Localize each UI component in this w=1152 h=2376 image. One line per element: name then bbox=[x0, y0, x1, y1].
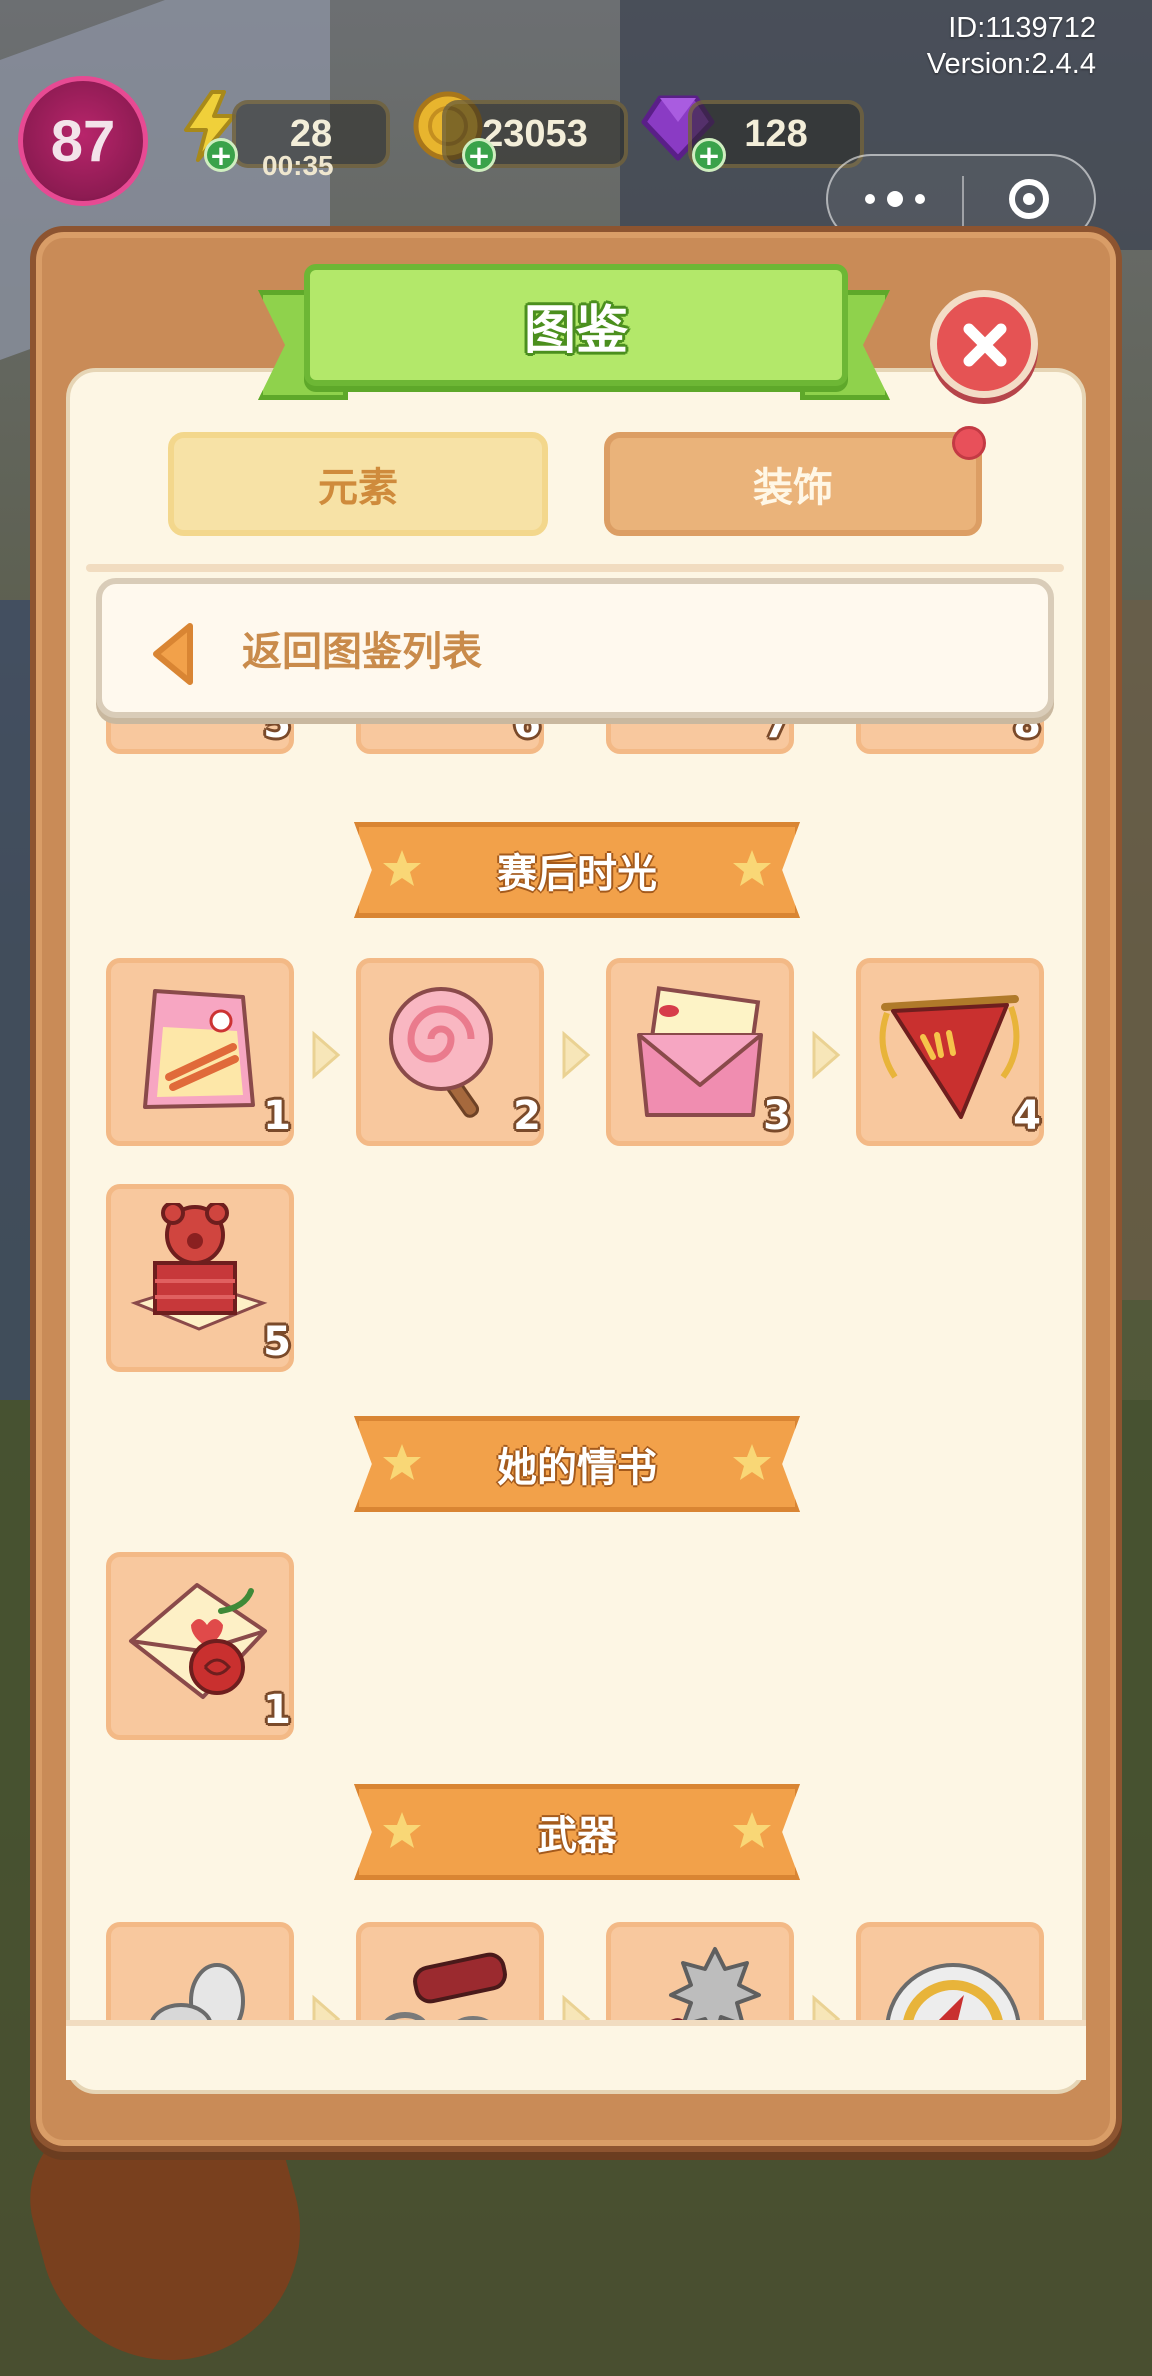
collection-card[interactable] bbox=[106, 1922, 294, 2026]
back-to-list-button[interactable]: 返回图鉴列表 bbox=[96, 578, 1054, 718]
section-banner: 赛后时光 bbox=[354, 822, 800, 918]
chain-icon bbox=[382, 1952, 507, 2026]
player-level-badge[interactable]: 87 bbox=[18, 76, 148, 206]
envelope-rose-icon bbox=[129, 1583, 267, 1699]
collection-card[interactable]: 1 bbox=[106, 958, 294, 1146]
add-energy-button[interactable]: + bbox=[204, 138, 238, 172]
chevron-right-icon bbox=[562, 1030, 591, 1080]
collection-card[interactable]: 5 bbox=[106, 1184, 294, 1372]
star-icon bbox=[733, 1812, 771, 1848]
version-label: Version:2.4.4 bbox=[926, 48, 1096, 80]
close-icon bbox=[963, 323, 1007, 367]
chevron-right-icon bbox=[812, 1030, 841, 1080]
collection-card[interactable] bbox=[856, 1922, 1044, 2026]
no1-pennant-icon bbox=[879, 995, 1020, 1119]
close-button[interactable] bbox=[930, 290, 1038, 398]
section-banner: 她的情书 bbox=[354, 1416, 800, 1512]
tab-divider bbox=[86, 564, 1064, 572]
dialog-title: 图鉴 bbox=[523, 300, 628, 361]
card-level: 2 bbox=[513, 1093, 541, 1139]
section-banner: 武器 bbox=[354, 1784, 800, 1880]
card-level: 1 bbox=[263, 1093, 291, 1139]
star-icon bbox=[733, 1444, 771, 1480]
collection-card[interactable]: 3 bbox=[606, 958, 794, 1146]
back-arrow-icon bbox=[153, 623, 193, 685]
back-to-list-label: 返回图鉴列表 bbox=[242, 629, 482, 675]
collection-scroll-area[interactable]: 5 6 7 8 赛后时光 1 2 3 4 5 她的情书 1 武器 bbox=[86, 700, 1066, 2026]
love-letter-icon bbox=[637, 986, 763, 1117]
tab-elements-label: 元素 bbox=[318, 465, 398, 511]
knuckle-icon bbox=[149, 1963, 245, 2026]
snack-bag-icon bbox=[143, 989, 255, 1109]
card-level: 3 bbox=[763, 1093, 791, 1139]
chevron-right-icon bbox=[312, 1030, 341, 1080]
tab-decorations[interactable]: 装饰 bbox=[604, 432, 982, 536]
build-info: ID:1139712 Version:2.4.4 bbox=[927, 10, 1096, 82]
tab-elements[interactable]: 元素 bbox=[168, 432, 548, 536]
collection-card[interactable] bbox=[606, 1922, 794, 2026]
energy-timer: 00:35 bbox=[262, 150, 334, 181]
notification-dot bbox=[952, 426, 986, 460]
title-ribbon: 图鉴 bbox=[304, 264, 848, 386]
collection-card[interactable]: 2 bbox=[356, 958, 544, 1146]
add-gems-button[interactable]: + bbox=[692, 138, 726, 172]
target-icon bbox=[1009, 179, 1049, 219]
add-coins-button[interactable]: + bbox=[462, 138, 496, 172]
player-level: 87 bbox=[50, 108, 116, 174]
account-id: ID:1139712 bbox=[948, 12, 1096, 44]
collection-card[interactable] bbox=[356, 1922, 544, 2026]
collection-card[interactable]: 1 bbox=[106, 1552, 294, 1740]
spiked-ball-icon bbox=[627, 1947, 761, 2026]
tab-decorations-label: 装饰 bbox=[753, 465, 833, 511]
bear-cake-icon bbox=[130, 1203, 268, 1331]
collection-card[interactable]: 4 bbox=[856, 958, 1044, 1146]
card-level: 4 bbox=[1013, 1093, 1041, 1139]
card-level: 5 bbox=[263, 1319, 291, 1365]
lollipop-icon bbox=[389, 987, 493, 1118]
dialog-bottom-edge bbox=[66, 2020, 1086, 2080]
star-icon bbox=[733, 850, 771, 886]
card-level: 1 bbox=[263, 1687, 291, 1733]
plate-icon bbox=[885, 1963, 1021, 2026]
